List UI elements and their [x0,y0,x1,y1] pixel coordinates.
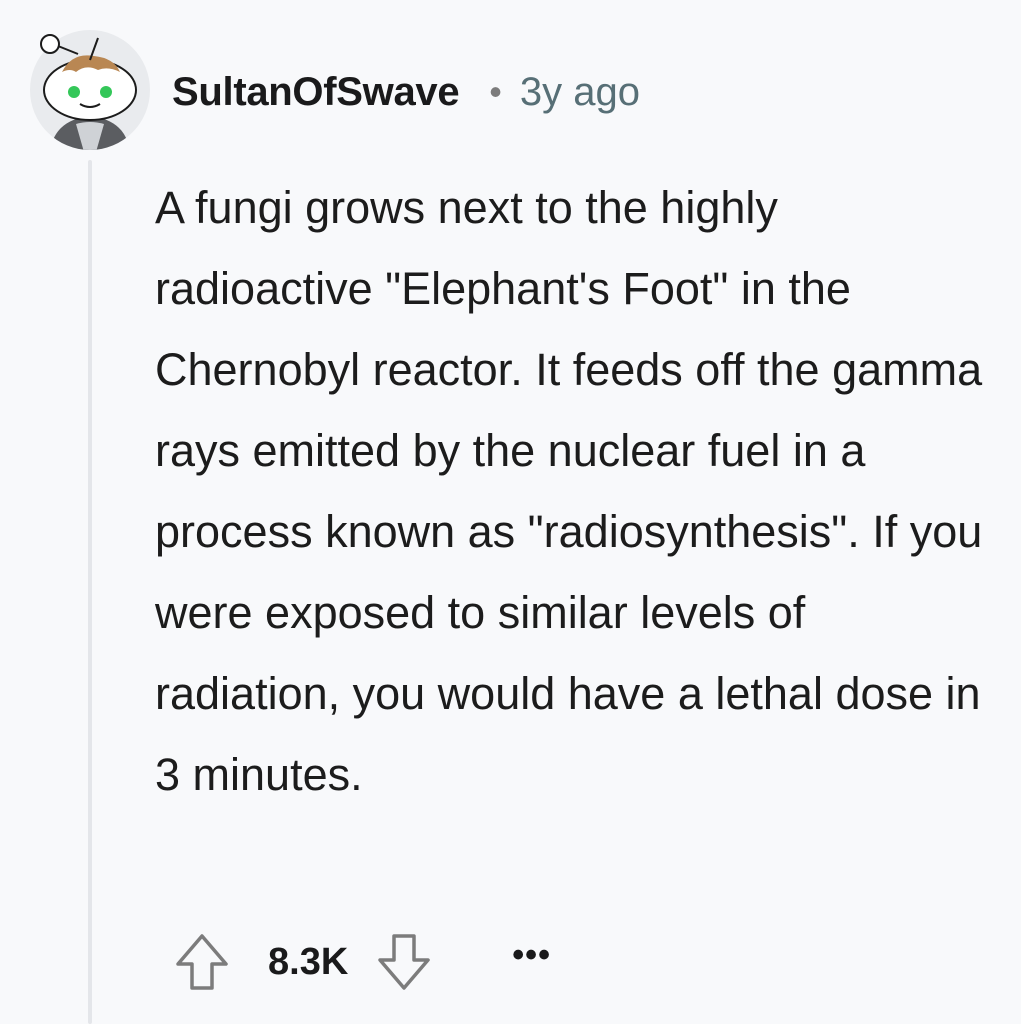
arrow-up-icon [176,934,228,990]
more-options-button[interactable]: ••• [512,936,551,989]
comment-header: SultanOfSwave • 3y ago [172,64,640,120]
comment-actions: 8.3K ••• [172,930,551,994]
snoo-avatar-icon [30,30,150,150]
meta-separator: • [489,71,502,112]
comment-body: A fungi grows next to the highly radioac… [155,182,983,800]
user-avatar[interactable] [28,28,152,152]
vote-score: 8.3K [268,940,349,983]
upvote-button[interactable] [172,930,232,994]
arrow-down-icon [378,934,431,990]
author-username[interactable]: SultanOfSwave [172,70,460,115]
comment-timestamp[interactable]: 3y ago [520,70,640,115]
downvote-button[interactable] [374,930,434,994]
comment-card: SultanOfSwave • 3y ago A fungi grows nex… [0,0,1021,1024]
thread-line[interactable] [88,160,92,1024]
